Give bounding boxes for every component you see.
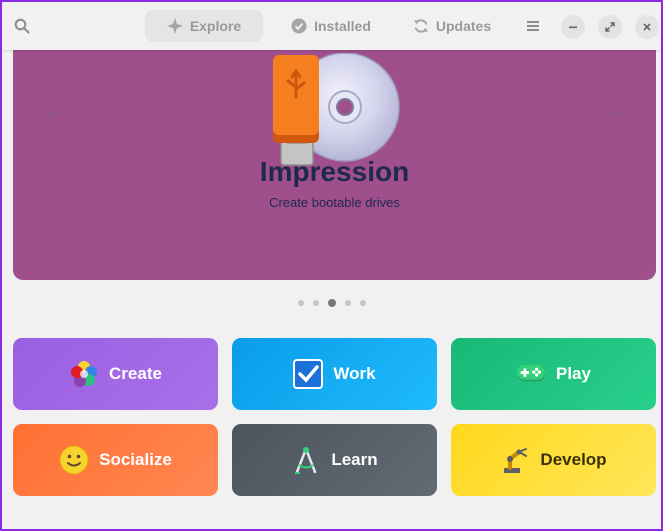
- carousel-dot[interactable]: [359, 300, 366, 306]
- checkbox-icon: [293, 359, 324, 389]
- category-create-label: Create: [109, 364, 162, 383]
- minimize-button[interactable]: [561, 15, 585, 39]
- search-button[interactable]: [8, 12, 36, 40]
- carousel-next-button[interactable]: [607, 106, 623, 127]
- explore-icon: [166, 18, 183, 34]
- smiley-icon: [59, 445, 89, 475]
- category-play-label: Play: [556, 364, 591, 383]
- category-work-button[interactable]: Work: [232, 338, 437, 410]
- explore-page: Impression Create bootable drives Create…: [2, 50, 661, 529]
- category-develop-button[interactable]: Develop: [451, 424, 656, 496]
- hamburger-menu-icon: [527, 21, 539, 31]
- minimize-icon: [569, 26, 577, 29]
- carousel-previous-button[interactable]: [47, 106, 63, 127]
- featured-banner[interactable]: Impression Create bootable drives: [13, 50, 656, 280]
- close-button[interactable]: [635, 15, 659, 39]
- header-bar: Explore Installed Updates: [2, 2, 661, 50]
- maximize-icon: [605, 22, 615, 32]
- impression-app-icon: [273, 53, 400, 166]
- featured-app-subtitle: Create bootable drives: [269, 195, 400, 210]
- tab-explore-label: Explore: [189, 18, 242, 34]
- tab-installed[interactable]: Installed: [278, 10, 384, 42]
- tab-explore[interactable]: Explore: [145, 10, 263, 42]
- main-menu-button[interactable]: [520, 13, 546, 39]
- carousel-indicator: [2, 299, 661, 307]
- search-icon: [14, 18, 30, 34]
- create-palette-icon: [69, 359, 99, 389]
- carousel-dot[interactable]: [297, 300, 304, 306]
- carousel-dot-active[interactable]: [327, 299, 336, 307]
- category-create-button[interactable]: Create: [13, 338, 218, 410]
- gamepad-icon: [516, 359, 546, 389]
- arrow-left-icon: [47, 108, 61, 120]
- refresh-icon: [413, 19, 428, 33]
- close-icon: [643, 23, 651, 31]
- category-learn-button[interactable]: Learn: [232, 424, 437, 496]
- app-window: Explore Installed Updates Impression Cre…: [0, 0, 663, 531]
- category-work-label: Work: [333, 364, 376, 383]
- category-socialize-label: Socialize: [99, 450, 172, 469]
- carousel-dot[interactable]: [312, 300, 319, 306]
- category-develop-label: Develop: [540, 450, 607, 469]
- tab-installed-label: Installed: [314, 18, 371, 34]
- category-socialize-button[interactable]: Socialize: [13, 424, 218, 496]
- maximize-button[interactable]: [598, 15, 622, 39]
- carousel-dot[interactable]: [344, 300, 351, 306]
- featured-app-title: Impression: [259, 156, 410, 187]
- compass-icon: [291, 445, 321, 475]
- category-play-button[interactable]: Play: [451, 338, 656, 410]
- check-icon: [291, 18, 307, 34]
- tab-updates[interactable]: Updates: [400, 10, 504, 42]
- tab-updates-label: Updates: [435, 18, 492, 34]
- arrow-right-icon: [609, 108, 623, 120]
- robot-arm-icon: [500, 445, 530, 475]
- category-learn-label: Learn: [331, 450, 378, 469]
